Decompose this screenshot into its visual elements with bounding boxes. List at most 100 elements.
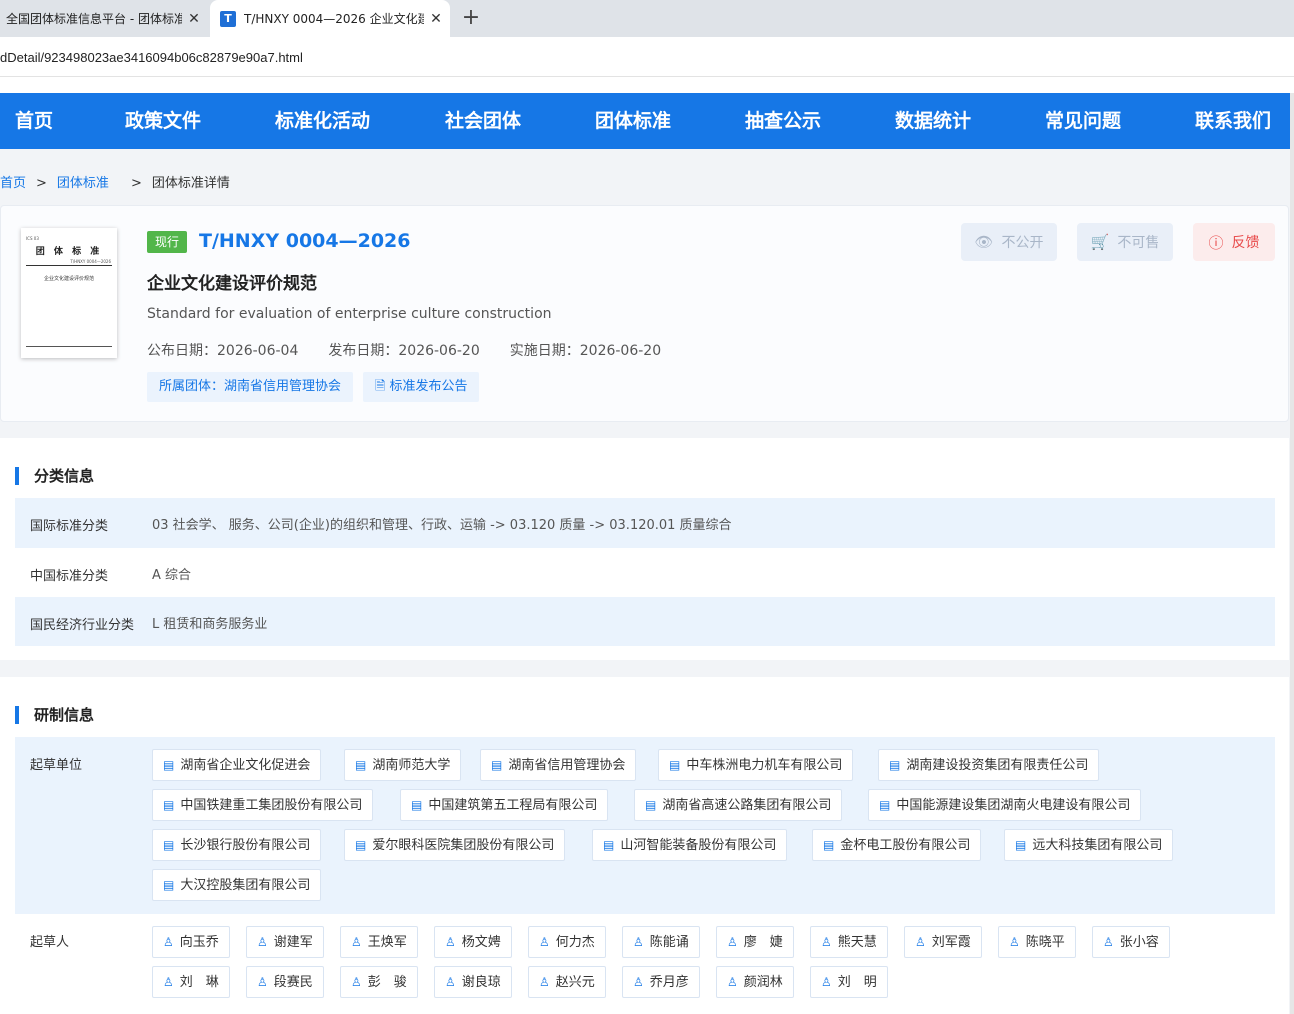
drafting-unit-name: 长沙银行股份有限公司 xyxy=(180,838,311,853)
cover-footer-rule xyxy=(26,346,112,347)
drafter-tag[interactable]: ♙ 王焕军 xyxy=(340,926,418,958)
standard-header-card: ICS 03 团 体 标 准 T/HNXY 0004—2026 企业文化建设评价… xyxy=(0,205,1289,422)
drafting-unit-tag[interactable]: ▤ 湖南省高速公路集团有限公司 xyxy=(634,789,843,821)
user-icon: ♙ xyxy=(1103,935,1114,949)
building-icon: ▤ xyxy=(163,798,175,812)
drafting-unit-tag[interactable]: ▤ 湖南省信用管理协会 xyxy=(480,749,637,781)
nav-contact[interactable]: 联系我们 xyxy=(1195,93,1271,149)
nav-statistics[interactable]: 数据统计 xyxy=(895,93,971,149)
user-icon: ♙ xyxy=(1009,935,1020,949)
drafter-name: 陈晓平 xyxy=(1025,935,1065,950)
status-badge: 现行 xyxy=(147,231,188,253)
drafting-unit-name: 中国铁建重工集团股份有限公司 xyxy=(180,798,363,813)
standard-dates: 公布日期：2026-06-04 发布日期：2026-06-20 实施日期：2026-… xyxy=(147,340,691,360)
drafting-unit-tag[interactable]: ▤ 大汉控股集团有限公司 xyxy=(152,869,322,901)
drafter-tag[interactable]: ♙ 陈能诵 xyxy=(622,926,700,958)
drafter-tag[interactable]: ♙ 杨文娉 xyxy=(434,926,512,958)
drafting-unit-name: 远大科技集团有限公司 xyxy=(1032,838,1163,853)
drafter-tag[interactable]: ♙ 谢建军 xyxy=(246,926,324,958)
drafting-unit-name: 湖南省高速公路集团有限公司 xyxy=(662,798,832,813)
not-for-sale-button[interactable]: 🛒 不可售 xyxy=(1077,223,1173,261)
drafting-unit-name: 爱尔眼科医院集团股份有限公司 xyxy=(372,838,555,853)
drafting-unit-tag[interactable]: ▤ 中车株洲电力机车有限公司 xyxy=(658,749,854,781)
nav-spot-check[interactable]: 抽查公示 xyxy=(745,93,821,149)
section-title: 研制信息 xyxy=(15,706,94,724)
user-icon: ♙ xyxy=(633,975,644,989)
building-icon: ▤ xyxy=(669,758,681,772)
building-icon: ▤ xyxy=(645,798,657,812)
drafter-tag[interactable]: ♙ 刘军霞 xyxy=(904,926,982,958)
address-bar[interactable]: dDetail/923498023ae3416094b06c82879e90a7… xyxy=(0,37,1294,77)
drafter-tag[interactable]: ♙ 赵兴元 xyxy=(528,966,606,998)
nav-activities[interactable]: 标准化活动 xyxy=(275,93,370,149)
classification-row-ics: 国际标准分类 03 社会学、 服务、公司(企业)的组织和管理、行政、运输 -> … xyxy=(15,498,1275,548)
standard-title: 企业文化建设评价规范 xyxy=(147,274,317,294)
breadcrumb-separator: > xyxy=(36,176,47,191)
drafter-tag[interactable]: ♙ 刘 琳 xyxy=(152,966,230,998)
drafter-tag[interactable]: ♙ 乔月彦 xyxy=(622,966,700,998)
nav-policy[interactable]: 政策文件 xyxy=(125,93,201,149)
drafting-unit-name: 湖南省信用管理协会 xyxy=(508,758,626,773)
classification-row-ccs: 中国标准分类 A 综合 xyxy=(15,548,1275,597)
drafter-name: 乔月彦 xyxy=(649,975,689,990)
new-tab-button[interactable]: + xyxy=(458,5,484,30)
drafting-unit-tag[interactable]: ▤ 山河智能装备股份有限公司 xyxy=(592,829,788,861)
organization-chip[interactable]: 所属团体：湖南省信用管理协会 xyxy=(147,372,354,402)
page-scrollbar[interactable] xyxy=(1290,93,1294,1014)
drafting-unit-name: 中国能源建设集团湖南火电建设有限公司 xyxy=(896,798,1131,813)
cover-title: 团 体 标 准 xyxy=(35,247,103,257)
announcement-chip[interactable]: 🗎 标准发布公告 xyxy=(363,372,480,402)
drafter-tag[interactable]: ♙ 段赛民 xyxy=(246,966,324,998)
drafting-unit-tag[interactable]: ▤ 中国能源建设集团湖南火电建设有限公司 xyxy=(868,789,1142,821)
user-icon: ♙ xyxy=(539,975,550,989)
drafter-name: 刘 明 xyxy=(837,975,877,990)
nav-organizations[interactable]: 社会团体 xyxy=(445,93,521,149)
close-icon[interactable]: ✕ xyxy=(428,11,444,27)
user-icon: ♙ xyxy=(257,935,268,949)
user-icon: ♙ xyxy=(445,935,456,949)
publish-date: 发布日期：2026-06-20 xyxy=(328,343,480,359)
drafting-unit-tag[interactable]: ▤ 金杯电工股份有限公司 xyxy=(812,829,982,861)
drafting-unit-tag[interactable]: ▤ 中国建筑第五工程局有限公司 xyxy=(400,789,609,821)
breadcrumb-group-standards[interactable]: 团体标准 xyxy=(57,176,109,191)
drafter-tag[interactable]: ♙ 谢良琼 xyxy=(434,966,512,998)
standard-code: T/HNXY 0004—2026 xyxy=(199,230,411,252)
drafter-tag[interactable]: ♙ 向玉乔 xyxy=(152,926,230,958)
building-icon: ▤ xyxy=(879,798,891,812)
nav-home[interactable]: 首页 xyxy=(15,93,53,149)
drafting-unit-tag[interactable]: ▤ 湖南建设投资集团有限责任公司 xyxy=(878,749,1100,781)
drafter-tag[interactable]: ♙ 熊天慧 xyxy=(810,926,888,958)
browser-tab-bar: 全国团体标准信息平台 - 团体标准 ✕ T T/HNXY 0004—2026 企… xyxy=(0,0,1294,37)
drafting-unit-tag[interactable]: ▤ 爱尔眼科医院集团股份有限公司 xyxy=(344,829,566,861)
drafter-tag[interactable]: ♙ 刘 明 xyxy=(810,966,888,998)
drafting-unit-tag[interactable]: ▤ 湖南师范大学 xyxy=(344,749,462,781)
browser-tab-standard[interactable]: T T/HNXY 0004—2026 企业文化建设 ✕ xyxy=(210,0,450,37)
drafter-name: 王焕军 xyxy=(367,935,407,950)
standard-cover-thumbnail[interactable]: ICS 03 团 体 标 准 T/HNXY 0004—2026 企业文化建设评价… xyxy=(21,228,117,358)
drafter-tag[interactable]: ♙ 廖 婕 xyxy=(716,926,794,958)
drafter-tag[interactable]: ♙ 何力杰 xyxy=(528,926,606,958)
drafter-tag[interactable]: ♙ 张小容 xyxy=(1092,926,1170,958)
drafters-row: 起草人 ♙ 向玉乔 ♙ 谢建军 ♙ 王焕军 ♙ 杨文娉 ♙ 何力杰 ♙ 陈能诵 ♙ 廖 婕 ♙… xyxy=(15,914,1275,1014)
drafter-tag[interactable]: ♙ 陈晓平 xyxy=(998,926,1076,958)
feedback-button[interactable]: ⓘ 反馈 xyxy=(1193,223,1275,261)
user-icon: ♙ xyxy=(727,935,738,949)
drafter-tag[interactable]: ♙ 颜润林 xyxy=(716,966,794,998)
drafting-unit-tag[interactable]: ▤ 长沙银行股份有限公司 xyxy=(152,829,322,861)
nav-faq[interactable]: 常见问题 xyxy=(1045,93,1121,149)
breadcrumb-home[interactable]: 首页 xyxy=(0,176,26,191)
drafting-unit-tag[interactable]: ▤ 远大科技集团有限公司 xyxy=(1004,829,1174,861)
drafter-tag[interactable]: ♙ 彭 骏 xyxy=(340,966,418,998)
drafting-unit-tag[interactable]: ▤ 中国铁建重工集团股份有限公司 xyxy=(152,789,374,821)
building-icon: ▤ xyxy=(355,838,367,852)
not-public-button[interactable]: 👁 不公开 xyxy=(961,223,1057,261)
cover-ics: ICS 03 xyxy=(26,236,39,241)
close-icon[interactable]: ✕ xyxy=(186,11,202,27)
development-section: 研制信息 起草单位 ▤ 湖南省企业文化促进会 ▤ 湖南师范大学 ▤ 湖南省信用管理协会… xyxy=(0,677,1289,1014)
url-text: dDetail/923498023ae3416094b06c82879e90a7… xyxy=(0,50,303,65)
drafting-unit-name: 金杯电工股份有限公司 xyxy=(840,838,971,853)
drafting-unit-tag[interactable]: ▤ 湖南省企业文化促进会 xyxy=(152,749,322,781)
nav-group-standards[interactable]: 团体标准 xyxy=(595,93,671,149)
breadcrumb-current: 团体标准详情 xyxy=(151,176,230,191)
browser-tab-platform[interactable]: 全国团体标准信息平台 - 团体标准 ✕ xyxy=(0,0,208,37)
